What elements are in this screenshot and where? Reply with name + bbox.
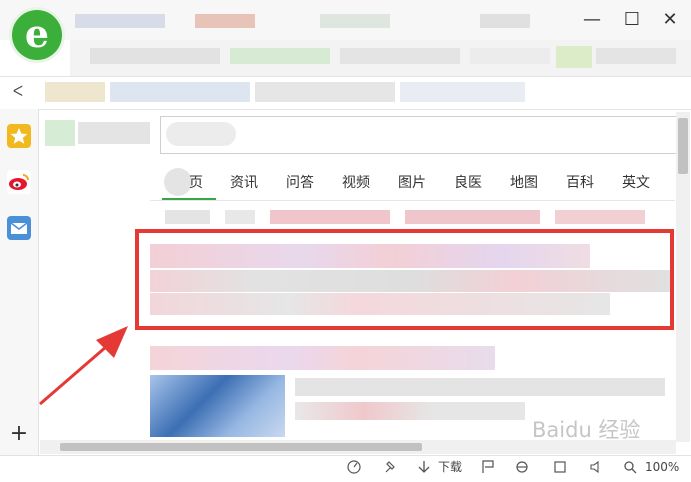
tab-english[interactable]: 英文	[622, 172, 650, 194]
tab-news[interactable]: 资讯	[230, 172, 258, 194]
blurred-site-logo	[78, 122, 150, 144]
blurred-site-logo	[45, 120, 75, 146]
blurred-result[interactable]	[555, 210, 645, 224]
blurred-tab[interactable]	[90, 48, 220, 64]
minimize-button[interactable]: —	[578, 6, 606, 34]
search-input[interactable]	[160, 116, 678, 154]
tab-video[interactable]: 视频	[342, 172, 370, 194]
speed-icon[interactable]	[346, 458, 362, 476]
blurred-result-snippet[interactable]	[295, 402, 525, 420]
flag-icon[interactable]	[480, 458, 496, 476]
tab-images[interactable]: 图片	[398, 172, 426, 194]
blurred-tab[interactable]	[230, 48, 330, 64]
blurred-tab-prefix	[164, 168, 192, 196]
download-label[interactable]: 下载	[438, 458, 462, 476]
blurred-result[interactable]	[165, 210, 210, 224]
close-button[interactable]: ✕	[656, 6, 684, 34]
blurred-result-snippet[interactable]	[295, 378, 665, 396]
pin-icon[interactable]	[382, 458, 398, 476]
add-icon[interactable]: +	[9, 423, 29, 445]
blurred-result-title[interactable]	[150, 346, 495, 370]
zoom-level[interactable]: 100%	[645, 458, 679, 476]
blurred-result[interactable]	[225, 210, 255, 224]
vertical-scrollbar[interactable]	[676, 112, 690, 442]
watermark: Baidu 经验	[532, 418, 641, 442]
blurred-bookmark[interactable]	[45, 82, 105, 102]
blurred-tab[interactable]	[470, 48, 550, 64]
active-tab-indicator	[162, 198, 216, 200]
blurred-tab[interactable]	[556, 46, 592, 68]
blurred-result[interactable]	[270, 210, 390, 224]
highlight-box	[135, 229, 674, 330]
tab-web[interactable]: 页	[189, 172, 203, 194]
annotation-arrow-icon	[39, 326, 128, 406]
download-icon[interactable]	[416, 458, 432, 476]
zoom-icon[interactable]	[622, 458, 638, 476]
blurred-tab[interactable]	[340, 48, 460, 64]
blurred-tab[interactable]	[320, 14, 390, 28]
ie-icon[interactable]	[514, 458, 530, 476]
blurred-tab[interactable]	[75, 14, 165, 28]
tab-qa[interactable]: 问答	[286, 172, 314, 194]
tab-baike[interactable]: 百科	[566, 172, 594, 194]
favorites-icon[interactable]	[7, 124, 31, 148]
maximize-button[interactable]: ☐	[618, 6, 646, 34]
tab-doctor[interactable]: 良医	[454, 172, 482, 194]
blurred-bookmark[interactable]	[255, 82, 395, 102]
blurred-tab[interactable]	[480, 14, 530, 28]
weibo-icon[interactable]	[7, 170, 31, 194]
blurred-tab[interactable]	[195, 14, 255, 28]
tab-map[interactable]: 地图	[510, 172, 538, 194]
volume-icon[interactable]	[588, 458, 604, 476]
window-icon[interactable]	[552, 458, 568, 476]
blurred-bookmark[interactable]	[110, 82, 250, 102]
nav-divider	[150, 200, 675, 201]
sidebar-toggle-icon[interactable]: ᐸ	[6, 80, 30, 104]
blurred-bookmark[interactable]	[400, 82, 525, 102]
blurred-result[interactable]	[405, 210, 540, 224]
mail-icon[interactable]	[7, 216, 31, 240]
browser-logo-icon: e	[12, 10, 62, 60]
blurred-query	[166, 122, 236, 146]
blurred-tab[interactable]	[596, 48, 676, 64]
blurred-result-image[interactable]	[150, 375, 285, 437]
